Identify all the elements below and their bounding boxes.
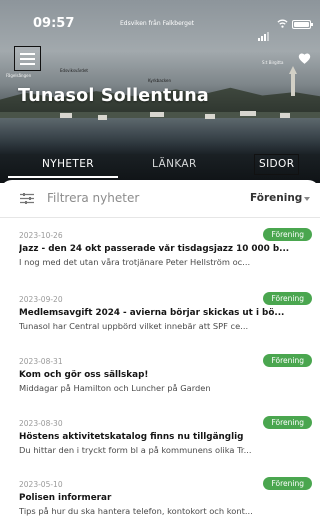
news-date: 2023-10-26 [19,231,63,240]
news-title: Polisen informerar [19,493,112,503]
category-dropdown[interactable]: Förening [250,192,302,204]
news-snippet: Tunasol har Central uppbörd vilket inneb… [19,321,249,331]
category-badge: Förening [263,292,312,305]
tab-nyheter[interactable]: NYHETER [42,157,94,172]
heart-icon[interactable] [298,52,311,65]
tab-sidor[interactable]: SIDOR [254,154,300,175]
news-date: 2023-09-20 [19,295,63,304]
house-decoration [280,113,290,118]
house-decoration [150,112,164,117]
category-badge: Förening [263,477,312,490]
news-item[interactable]: 2023-09-20 Förening Medlemsavgift 2024 -… [0,290,320,352]
header-photo: 09:57 Edsviken från Falkberget Fågelsång… [0,0,320,183]
status-bar: 09:57 Edsviken från Falkberget [0,0,320,41]
house-decoration [240,111,256,116]
tab-bar: NYHETER LÄNKAR SIDOR [0,154,320,183]
hamburger-icon [20,52,35,55]
sliders-icon[interactable] [20,193,34,204]
news-date: 2023-08-30 [19,419,63,428]
house-decoration [60,113,72,118]
tab-lankar[interactable]: LÄNKAR [152,157,197,172]
status-time: 09:57 [33,16,75,31]
news-item[interactable]: 2023-08-30 Förening Höstens aktivitetska… [0,414,320,476]
photo-label-left: Fågelsången [6,73,32,78]
news-title: Jazz - den 24 okt passerade vår tisdagsj… [19,244,290,254]
news-snippet: Tips på hur du ska hantera telefon, kont… [19,506,253,516]
church-tower-decoration [289,66,297,96]
photo-label-middle: Kyrkbacken [148,78,172,83]
news-title: Höstens aktivitetskatalog finns nu tillg… [19,432,244,442]
news-title: Medlemsavgift 2024 - avierna börjar skic… [19,308,285,318]
photo-label-right: S:t Birgitta [262,60,284,65]
water-decoration [0,118,320,154]
filter-input[interactable]: Filtrera nyheter [47,191,139,205]
active-tab-indicator [8,176,118,178]
photo-label-left-middle: Edsviksvärdet [60,68,88,73]
category-badge: Förening [263,228,312,241]
news-date: 2023-05-10 [19,480,63,489]
news-snippet: Middagar på Hamilton och Luncher på Gard… [19,383,211,393]
news-date: 2023-08-31 [19,357,63,366]
news-title: Kom och gör oss sällskap! [19,370,149,380]
menu-button[interactable] [14,46,41,71]
app-title: Tunasol Sollentuna [18,86,209,106]
status-window-title: Edsviken från Falkberget [120,20,195,27]
house-decoration [98,115,107,120]
wifi-icon [277,19,288,28]
news-snippet: Du hittar den i tryckt form bl a på komm… [19,445,252,455]
news-item[interactable]: 2023-08-31 Förening Kom och gör oss säll… [0,352,320,414]
house-decoration [205,114,215,119]
battery-icon [292,20,313,29]
filter-bar: Filtrera nyheter Förening [0,180,320,218]
news-item[interactable]: 2023-05-10 Förening Polisen informerar T… [0,475,320,520]
chevron-down-icon[interactable] [304,197,310,201]
category-badge: Förening [263,416,312,429]
news-snippet: I nog med det utan våra trotjänare Peter… [19,257,251,267]
category-badge: Förening [263,354,312,367]
news-panel: Filtrera nyheter Förening 2023-10-26 För… [0,180,320,520]
signal-icon [258,22,270,41]
news-item[interactable]: 2023-10-26 Förening Jazz - den 24 okt pa… [0,226,320,288]
